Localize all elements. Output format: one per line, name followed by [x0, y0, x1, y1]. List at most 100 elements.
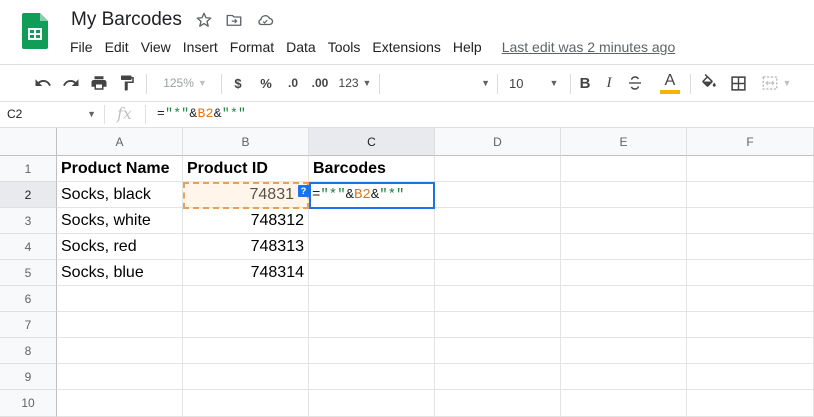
sheets-logo-icon[interactable]: [22, 13, 48, 49]
column-header-e[interactable]: E: [561, 128, 687, 156]
fill-color-button[interactable]: [698, 65, 720, 101]
cell-f6[interactable]: [687, 286, 814, 312]
cell-d4[interactable]: [435, 234, 561, 260]
cell-a1[interactable]: Product Name: [57, 156, 183, 182]
cell-a4[interactable]: Socks, red: [57, 234, 183, 260]
cell-c1[interactable]: Barcodes: [309, 156, 435, 182]
column-header-a[interactable]: A: [57, 128, 183, 156]
bold-button[interactable]: B: [576, 65, 594, 101]
print-button[interactable]: [88, 65, 110, 101]
more-formats-select[interactable]: 123 ▼: [338, 65, 372, 101]
cell-e6[interactable]: [561, 286, 687, 312]
cell-a9[interactable]: [57, 364, 183, 390]
last-edit-link[interactable]: Last edit was 2 minutes ago: [502, 39, 676, 55]
row-header-1[interactable]: 1: [0, 156, 57, 182]
row-header-6[interactable]: 6: [0, 286, 57, 312]
currency-button[interactable]: $: [228, 65, 248, 101]
cell-f2[interactable]: [687, 182, 814, 208]
font-size-select[interactable]: 10 ▼: [503, 65, 563, 101]
text-color-button[interactable]: A: [659, 65, 681, 101]
cell-d9[interactable]: [435, 364, 561, 390]
cell-e2[interactable]: [561, 182, 687, 208]
row-header-8[interactable]: 8: [0, 338, 57, 364]
document-title[interactable]: My Barcodes: [71, 9, 182, 31]
menu-help[interactable]: Help: [447, 38, 488, 56]
cloud-saved-icon[interactable]: [255, 11, 275, 29]
name-box[interactable]: C2 ▼: [0, 102, 104, 127]
cell-a5[interactable]: Socks, blue: [57, 260, 183, 286]
cell-d6[interactable]: [435, 286, 561, 312]
cell-e5[interactable]: [561, 260, 687, 286]
cell-d10[interactable]: [435, 390, 561, 417]
menu-tools[interactable]: Tools: [322, 38, 367, 56]
column-header-f[interactable]: F: [687, 128, 814, 156]
cell-a8[interactable]: [57, 338, 183, 364]
row-header-3[interactable]: 3: [0, 208, 57, 234]
cell-b10[interactable]: [183, 390, 309, 417]
menu-view[interactable]: View: [135, 38, 177, 56]
paint-format-button[interactable]: [116, 65, 138, 101]
cell-a10[interactable]: [57, 390, 183, 417]
borders-button[interactable]: [727, 65, 749, 101]
cell-b7[interactable]: [183, 312, 309, 338]
formula-input[interactable]: ="*"&B2&"*": [157, 106, 246, 121]
cell-c7[interactable]: [309, 312, 435, 338]
cell-e3[interactable]: [561, 208, 687, 234]
formula-help-icon[interactable]: ?: [298, 185, 309, 197]
cell-d3[interactable]: [435, 208, 561, 234]
cell-c9[interactable]: [309, 364, 435, 390]
cell-c8[interactable]: [309, 338, 435, 364]
cell-e1[interactable]: [561, 156, 687, 182]
cell-d8[interactable]: [435, 338, 561, 364]
cell-e7[interactable]: [561, 312, 687, 338]
percent-button[interactable]: %: [256, 65, 276, 101]
cell-d2[interactable]: [435, 182, 561, 208]
zoom-select[interactable]: 125% ▼: [156, 65, 214, 101]
italic-button[interactable]: I: [600, 65, 618, 101]
cell-a7[interactable]: [57, 312, 183, 338]
row-header-10[interactable]: 10: [0, 390, 57, 417]
menu-format[interactable]: Format: [224, 38, 280, 56]
merge-cells-button[interactable]: ▼: [756, 65, 796, 101]
cell-c4[interactable]: [309, 234, 435, 260]
row-header-7[interactable]: 7: [0, 312, 57, 338]
cell-c5[interactable]: [309, 260, 435, 286]
cell-c10[interactable]: [309, 390, 435, 417]
cell-a3[interactable]: Socks, white: [57, 208, 183, 234]
font-family-select[interactable]: ▼: [384, 65, 490, 101]
cell-f5[interactable]: [687, 260, 814, 286]
cell-e8[interactable]: [561, 338, 687, 364]
row-header-5[interactable]: 5: [0, 260, 57, 286]
menu-data[interactable]: Data: [280, 38, 322, 56]
cell-d1[interactable]: [435, 156, 561, 182]
cell-b5[interactable]: 748314: [183, 260, 309, 286]
decrease-decimal-button[interactable]: .0: [282, 65, 304, 101]
active-cell-editor[interactable]: ="*"&B2&"*": [309, 182, 435, 209]
cell-b2[interactable]: 74831: [183, 182, 309, 208]
column-header-d[interactable]: D: [435, 128, 561, 156]
row-header-2[interactable]: 2: [0, 182, 57, 208]
column-header-b[interactable]: B: [183, 128, 309, 156]
star-icon[interactable]: [195, 11, 213, 29]
menu-insert[interactable]: Insert: [177, 38, 224, 56]
row-header-9[interactable]: 9: [0, 364, 57, 390]
cell-c3[interactable]: [309, 208, 435, 234]
undo-button[interactable]: [32, 65, 54, 101]
cell-e4[interactable]: [561, 234, 687, 260]
increase-decimal-button[interactable]: .00: [306, 65, 334, 101]
cell-a6[interactable]: [57, 286, 183, 312]
cell-f3[interactable]: [687, 208, 814, 234]
cell-b9[interactable]: [183, 364, 309, 390]
cell-f9[interactable]: [687, 364, 814, 390]
row-header-4[interactable]: 4: [0, 234, 57, 260]
cell-b6[interactable]: [183, 286, 309, 312]
cell-b4[interactable]: 748313: [183, 234, 309, 260]
cell-f7[interactable]: [687, 312, 814, 338]
cell-d5[interactable]: [435, 260, 561, 286]
select-all-corner[interactable]: [0, 128, 57, 156]
cell-e9[interactable]: [561, 364, 687, 390]
cell-f10[interactable]: [687, 390, 814, 417]
cell-f1[interactable]: [687, 156, 814, 182]
column-header-c[interactable]: C: [309, 128, 435, 156]
cell-b3[interactable]: 748312: [183, 208, 309, 234]
